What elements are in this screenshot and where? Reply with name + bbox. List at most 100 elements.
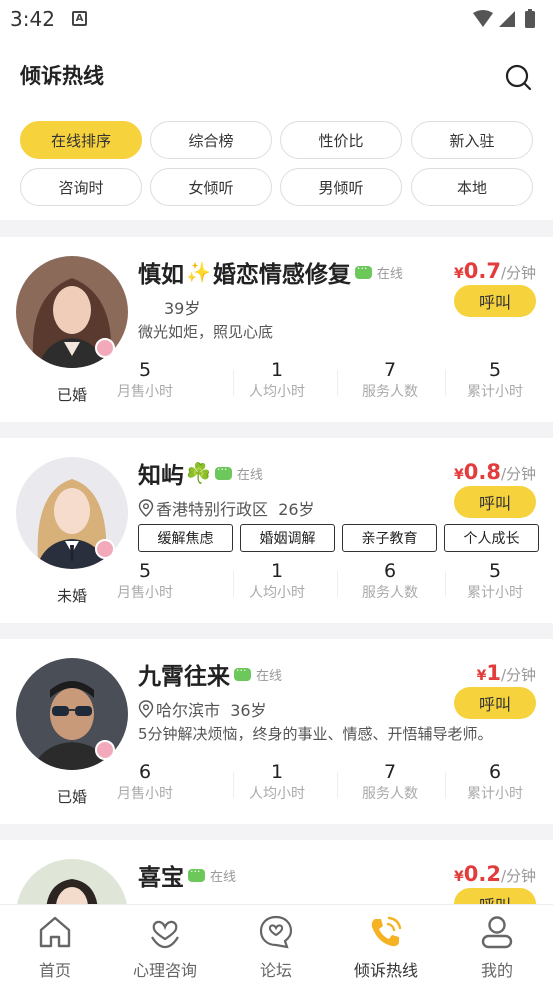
tab-counseling[interactable]: 心理咨询 [110, 905, 220, 984]
stat-value: 1 [270, 761, 284, 783]
online-status: 在线 [256, 668, 283, 684]
price-value: 0.7 [463, 259, 501, 283]
tab-label: 我的 [480, 961, 513, 980]
listener-name: 喜宝 [138, 865, 184, 891]
listener-name: 慎如 [138, 262, 184, 288]
filter-overall[interactable]: 综合榜 [150, 121, 272, 159]
stat-value: 5 [138, 359, 152, 381]
filter-male[interactable]: 男倾听 [280, 168, 402, 206]
stat-label: 月售小时 [117, 384, 173, 400]
bottom-tab-bar: 首页 心理咨询 论坛 倾诉热线 我的 [0, 904, 553, 984]
notification-icon: A [72, 11, 87, 26]
search-icon[interactable] [503, 62, 533, 92]
stat-label: 累计小时 [467, 786, 523, 802]
listener-card[interactable]: 喜宝 在线 ¥0.2/分钟 呼叫 [0, 840, 553, 904]
tag: 个人成长 [444, 524, 539, 552]
heart-chat-icon [259, 915, 293, 949]
marital-status: 已婚 [56, 788, 87, 806]
stat-label: 服务人数 [362, 786, 418, 802]
listener-age: 39岁 [164, 299, 201, 318]
price: ¥0.2/分钟 [453, 862, 536, 886]
tag: 婚姻调解 [240, 524, 335, 552]
tag: 亲子教育 [342, 524, 437, 552]
stat-label: 服务人数 [362, 384, 418, 400]
location-pin-icon [138, 700, 154, 718]
call-button[interactable]: 呼叫 [454, 285, 536, 317]
name-row: 九霄往来 在线 [138, 657, 282, 691]
gender-badge [95, 740, 115, 760]
tab-profile[interactable]: 我的 [442, 905, 552, 984]
name-row: 喜宝 在线 [138, 858, 236, 892]
stats-row: 6 月售小时 1 人均小时 7 服务人数 6 累计小时 [115, 760, 553, 810]
tab-hotline[interactable]: 倾诉热线 [331, 905, 441, 984]
listener-card[interactable]: 已婚 慎如 ✨ 婚恋情感修复 在线 ¥0.7/分钟 呼叫 39岁 微光如炬，照见… [0, 237, 553, 422]
online-status: 在线 [210, 869, 237, 885]
filter-local[interactable]: 本地 [411, 168, 533, 206]
stat-label: 累计小时 [467, 384, 523, 400]
name-row: 慎如 ✨ 婚恋情感修复 在线 [138, 255, 403, 289]
tag-list: 缓解焦虑 婚姻调解 亲子教育 个人成长 [138, 524, 546, 552]
stat-label: 月售小时 [117, 585, 173, 601]
tab-label: 心理咨询 [132, 961, 197, 980]
stats-row: 5 月售小时 1 人均小时 6 服务人数 5 累计小时 [115, 559, 553, 609]
filter-online-sort[interactable]: 在线排序 [20, 121, 142, 159]
stat-value: 1 [270, 560, 284, 582]
tab-label: 倾诉热线 [353, 961, 418, 980]
home-icon [39, 916, 71, 948]
listener-age: 36岁 [230, 701, 267, 720]
listener-age: 26岁 [278, 500, 315, 519]
status-bar: 3:42 A [0, 0, 553, 40]
stat-value: 5 [488, 560, 502, 582]
filter-value[interactable]: 性价比 [280, 121, 402, 159]
listener-location: 香港特别行政区 [156, 500, 269, 519]
app-header: 倾诉热线 [0, 40, 553, 110]
stat-value: 7 [383, 761, 397, 783]
listener-intro: 微光如炬，照见心底 [138, 323, 274, 341]
price-value: 0.8 [463, 460, 501, 484]
stat-label: 月售小时 [117, 786, 173, 802]
online-status: 在线 [236, 467, 263, 483]
sparkle-icon: ✨ [186, 260, 211, 284]
name-row: 知屿 ☘️ 在线 [138, 456, 263, 490]
stat-value: 6 [383, 560, 397, 582]
listener-name: 九霄往来 [138, 664, 230, 690]
marital-status: 未婚 [56, 587, 87, 605]
call-button[interactable]: 呼叫 [454, 888, 536, 904]
tab-label: 论坛 [259, 961, 292, 980]
listener-card[interactable]: 未婚 知屿 ☘️ 在线 ¥0.8/分钟 呼叫 香港特别行政区 26岁 缓解焦虑 … [0, 438, 553, 623]
filter-consult-hours[interactable]: 咨询时 [20, 168, 142, 206]
phone-call-icon [371, 916, 402, 947]
gender-badge [95, 338, 115, 358]
filter-female[interactable]: 女倾听 [150, 168, 272, 206]
filter-bar: 在线排序 综合榜 性价比 新入驻 咨询时 女倾听 男倾听 本地 [0, 110, 553, 220]
listener-name: 知屿 [138, 463, 184, 489]
listener-info: 哈尔滨市 36岁 [138, 697, 267, 721]
listener-location: 哈尔滨市 [156, 701, 221, 720]
tab-forum[interactable]: 论坛 [221, 905, 331, 984]
stat-value: 1 [270, 359, 284, 381]
listener-info: 39岁 [164, 295, 200, 319]
stat-value: 6 [138, 761, 152, 783]
stat-value: 7 [383, 359, 397, 381]
call-button[interactable]: 呼叫 [454, 687, 536, 719]
stat-label: 人均小时 [249, 786, 305, 802]
listener-card[interactable]: 已婚 九霄往来 在线 ¥1/分钟 呼叫 哈尔滨市 36岁 5分钟解决烦恼，终身的… [0, 639, 553, 824]
tab-home[interactable]: 首页 [0, 905, 110, 984]
stat-value: 6 [488, 761, 502, 783]
listener-name-suffix: 婚恋情感修复 [212, 262, 351, 288]
filter-new[interactable]: 新入驻 [411, 121, 533, 159]
stat-value: 5 [138, 560, 152, 582]
price: ¥0.8/分钟 [453, 460, 536, 484]
user-icon [481, 916, 513, 949]
price: ¥0.7/分钟 [453, 259, 536, 283]
chat-status-icon [354, 262, 372, 279]
tab-label: 首页 [38, 961, 71, 980]
clover-icon: ☘️ [186, 461, 211, 485]
gender-badge [95, 539, 115, 559]
stats-row: 5 月售小时 1 人均小时 7 服务人数 5 累计小时 [115, 358, 553, 408]
system-status-icons [473, 9, 535, 28]
page-title: 倾诉热线 [20, 64, 104, 88]
stat-label: 累计小时 [467, 585, 523, 601]
stat-label: 服务人数 [362, 585, 418, 601]
call-button[interactable]: 呼叫 [454, 486, 536, 518]
